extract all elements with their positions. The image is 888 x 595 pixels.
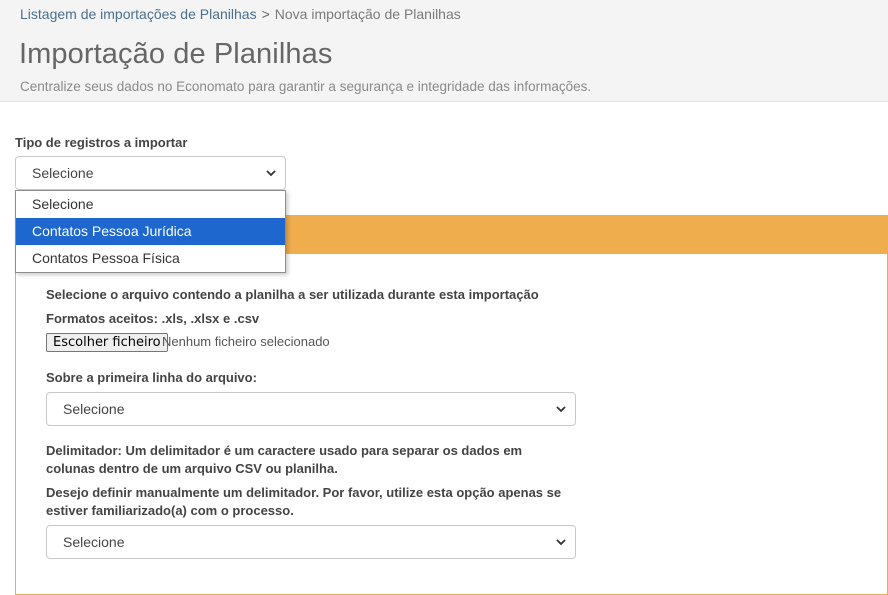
chevron-down-icon	[266, 170, 276, 177]
record-type-select-value: Selecione	[32, 165, 94, 181]
file-instruction: Selecione o arquivo contendo a planilha …	[46, 287, 539, 302]
delimiter-manual-line1: Desejo definir manualmente um delimitado…	[46, 485, 562, 500]
breadcrumb: Listagem de importações de Planilhas > Nov…	[20, 6, 461, 22]
delimiter-description-line1: Delimitador: Um delimitador é um caracte…	[46, 443, 523, 458]
record-type-select[interactable]: Selecione	[15, 156, 286, 190]
first-line-select-value: Selecione	[63, 401, 125, 417]
dropdown-option-selecione[interactable]: Selecione	[16, 191, 285, 218]
record-type-dropdown: Selecione Contatos Pessoa Jurídica Conta…	[15, 190, 286, 273]
chevron-down-icon	[556, 406, 566, 413]
record-type-label: Tipo de registros a importar	[15, 135, 188, 150]
first-line-select[interactable]: Selecione	[46, 392, 576, 426]
first-line-label: Sobre a primeira linha do arquivo:	[46, 370, 257, 385]
delimiter-select-value: Selecione	[63, 534, 125, 550]
page-title: Importação de Planilhas	[19, 38, 333, 70]
chevron-down-icon	[556, 539, 566, 546]
dropdown-option-pessoa-juridica[interactable]: Contatos Pessoa Jurídica	[16, 218, 285, 245]
breadcrumb-separator: >	[261, 6, 270, 22]
breadcrumb-current: Nova importação de Planilhas	[274, 6, 461, 22]
delimiter-manual-line2: estiver familiarizado(a) com o processo.	[46, 503, 294, 518]
file-formats: Formatos aceitos: .xls, .xlsx e .csv	[46, 311, 260, 326]
choose-file-button[interactable]: Escolher ficheiro	[46, 333, 168, 352]
page-header: Listagem de importações de Planilhas > Nov…	[0, 0, 888, 102]
delimiter-description-line2: colunas dentro de um arquivo CSV ou plan…	[46, 461, 338, 476]
page-subtitle: Centralize seus dados no Economato para …	[20, 79, 592, 94]
file-status: Nenhum ficheiro selecionado	[162, 334, 330, 349]
delimiter-select[interactable]: Selecione	[46, 525, 576, 559]
dropdown-option-pessoa-fisica[interactable]: Contatos Pessoa Física	[16, 245, 285, 272]
breadcrumb-link-imports-list[interactable]: Listagem de importações de Planilhas	[20, 6, 257, 22]
